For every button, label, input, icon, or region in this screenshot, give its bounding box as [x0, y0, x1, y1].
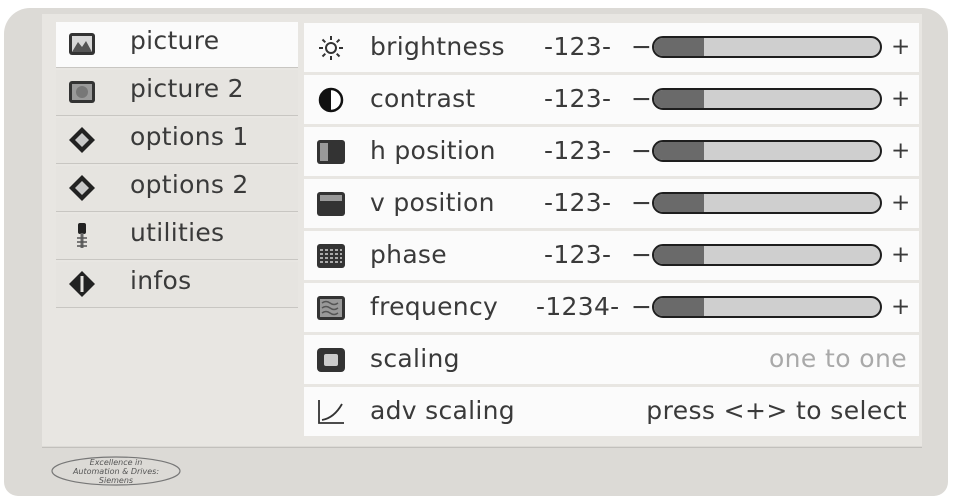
setting-label: phase — [370, 240, 447, 269]
setting-row-brightness[interactable]: brightness -123- − + — [304, 23, 919, 72]
setting-row-contrast[interactable]: contrast -123- − + — [304, 75, 919, 124]
slider-fill — [654, 246, 704, 264]
setting-value: -1234- — [536, 292, 620, 321]
setting-value: -123- — [544, 188, 612, 217]
phase-slider[interactable] — [652, 244, 882, 266]
diamond-options-icon — [69, 175, 95, 201]
setting-row-adv-scaling[interactable]: adv scaling press <+> to select — [304, 387, 919, 436]
increase-button[interactable]: + — [891, 190, 910, 216]
frequency-slider[interactable] — [652, 296, 882, 318]
setting-label: scaling — [370, 344, 460, 373]
sidebar-item-utilities[interactable]: utilities — [56, 214, 298, 260]
increase-button[interactable]: + — [891, 294, 910, 320]
info-icon — [69, 271, 95, 297]
wrench-utilities-icon — [77, 223, 87, 248]
h-position-slider[interactable] — [652, 140, 882, 162]
setting-row-scaling[interactable]: scaling one to one — [304, 335, 919, 384]
decrease-button[interactable]: − — [631, 240, 652, 269]
setting-label: contrast — [370, 84, 476, 113]
sidebar-item-infos[interactable]: infos — [56, 262, 298, 308]
decrease-button[interactable]: − — [631, 84, 652, 113]
setting-label: v position — [370, 188, 495, 217]
slider-fill — [654, 38, 704, 56]
slider-fill — [654, 142, 704, 160]
setting-row-frequency[interactable]: frequency -1234- − + — [304, 283, 919, 332]
logo-line-3: Siemens — [98, 476, 134, 485]
sidebar-item-label: options 1 — [130, 122, 249, 151]
sidebar-item-options-1[interactable]: options 1 — [56, 118, 298, 164]
sidebar-item-options-2[interactable]: options 2 — [56, 166, 298, 212]
phase-icon — [317, 244, 345, 268]
slider-fill — [654, 90, 704, 108]
increase-button[interactable]: + — [891, 138, 910, 164]
scaling-icon — [317, 348, 345, 372]
logo-line-1: Excellence in — [89, 458, 143, 467]
increase-button[interactable]: + — [891, 34, 910, 60]
landscape-picture-icon — [69, 33, 95, 55]
sidebar-item-label: infos — [130, 266, 192, 295]
settings-list: brightness -123- − + contrast -123- − + … — [304, 23, 919, 439]
picture-2-icon — [69, 81, 95, 103]
decrease-button[interactable]: − — [631, 292, 652, 321]
sidebar-item-label: picture — [130, 26, 220, 55]
sidebar-item-picture[interactable]: picture — [56, 22, 298, 68]
slider-fill — [654, 298, 704, 316]
setting-value: -123- — [544, 84, 612, 113]
sidebar-item-label: utilities — [130, 218, 225, 247]
sidebar: picture picture 2 options 1 options 2 ut… — [56, 22, 298, 310]
contrast-icon — [318, 87, 344, 113]
setting-label: h position — [370, 136, 496, 165]
setting-value: -123- — [544, 240, 612, 269]
setting-row-phase[interactable]: phase -123- − + — [304, 231, 919, 280]
setting-label: brightness — [370, 32, 505, 61]
decrease-button[interactable]: − — [631, 32, 652, 61]
setting-label: frequency — [370, 292, 499, 321]
adv-scaling-hint: press <+> to select — [646, 396, 907, 425]
brightness-slider[interactable] — [652, 36, 882, 58]
setting-value: -123- — [544, 136, 612, 165]
frequency-icon — [317, 296, 345, 320]
slider-fill — [654, 194, 704, 212]
sidebar-item-label: picture 2 — [130, 74, 244, 103]
setting-label: adv scaling — [370, 396, 515, 425]
sidebar-item-label: options 2 — [130, 170, 249, 199]
scaling-status: one to one — [768, 344, 907, 373]
setting-row-v-position[interactable]: v position -123- − + — [304, 179, 919, 228]
adv-scaling-curve-icon — [318, 400, 344, 424]
increase-button[interactable]: + — [891, 242, 910, 268]
decrease-button[interactable]: − — [631, 188, 652, 217]
siemens-logo: Excellence in Automation & Drives: Sieme… — [48, 454, 184, 488]
contrast-slider[interactable] — [652, 88, 882, 110]
h-position-icon — [317, 140, 345, 164]
decrease-button[interactable]: − — [631, 136, 652, 165]
v-position-icon — [317, 192, 345, 216]
sun-icon — [319, 36, 343, 60]
diamond-options-icon — [69, 127, 95, 153]
setting-value: -123- — [544, 32, 612, 61]
footer-divider — [42, 447, 922, 448]
logo-line-2: Automation & Drives: — [72, 467, 160, 476]
v-position-slider[interactable] — [652, 192, 882, 214]
setting-row-h-position[interactable]: h position -123- − + — [304, 127, 919, 176]
increase-button[interactable]: + — [891, 86, 910, 112]
sidebar-item-picture-2[interactable]: picture 2 — [56, 70, 298, 116]
